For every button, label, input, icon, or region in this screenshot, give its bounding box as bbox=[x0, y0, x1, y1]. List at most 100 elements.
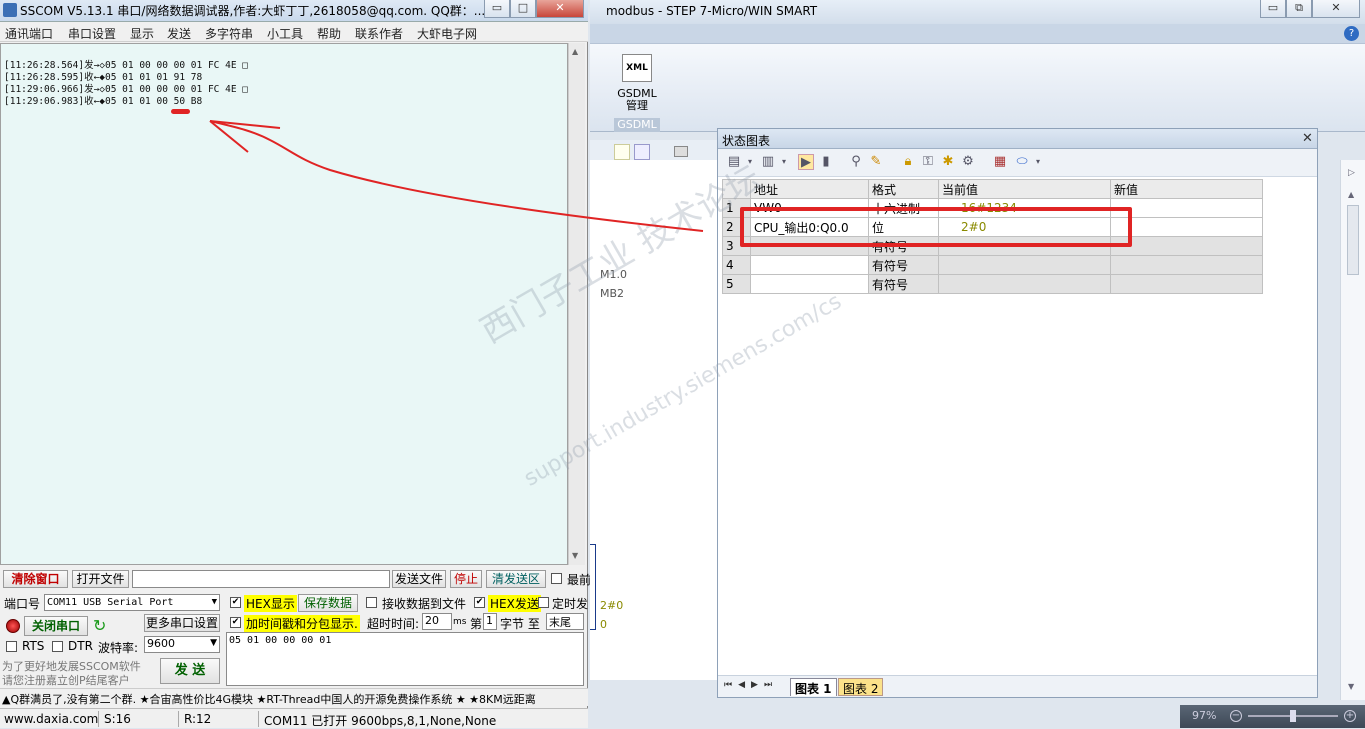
rts-checkbox[interactable] bbox=[6, 641, 17, 652]
delete-row-icon[interactable]: ▥ bbox=[760, 154, 776, 170]
unforce-icon[interactable]: ⚿ bbox=[920, 154, 936, 170]
byte-end-select[interactable]: 末尾 bbox=[546, 613, 584, 630]
send-file-button[interactable]: 发送文件 bbox=[392, 570, 446, 588]
timeout-input[interactable]: 20 bbox=[422, 613, 452, 630]
zoom-level: 97% bbox=[1192, 709, 1217, 722]
scroll-down-icon[interactable]: ▼ bbox=[572, 551, 578, 560]
network-icon[interactable] bbox=[614, 144, 630, 160]
clear-window-button[interactable]: 清除窗口 bbox=[3, 570, 68, 588]
unforce-all-icon[interactable]: ✱ bbox=[940, 154, 956, 170]
status-site[interactable]: www.daxia.com bbox=[4, 712, 98, 726]
table-row[interactable]: 4 有符号 bbox=[722, 255, 1263, 275]
column-header[interactable]: 格式 bbox=[868, 179, 939, 199]
chevron-down-icon: ▼ bbox=[210, 638, 217, 648]
read-forced-icon[interactable]: ⚙ bbox=[960, 154, 976, 170]
scroll-up-icon[interactable]: ▲ bbox=[1348, 190, 1354, 199]
right-scrollbar[interactable]: ▷ ▲ ▼ bbox=[1340, 160, 1365, 700]
gsdml-button[interactable]: XML GSDML 管理 bbox=[616, 50, 658, 120]
new-value-cell[interactable] bbox=[1110, 198, 1263, 218]
gsdml-label: GSDML 管理 bbox=[617, 87, 657, 112]
topmost-checkbox[interactable] bbox=[551, 573, 562, 584]
menu-tools[interactable]: 小工具 bbox=[267, 25, 303, 42]
menu-display[interactable]: 显示 bbox=[130, 25, 154, 42]
format-cell[interactable]: 有符号 bbox=[868, 274, 939, 294]
annotation-underline bbox=[171, 109, 190, 114]
chart-status-icon[interactable]: ▶ bbox=[798, 154, 814, 170]
tab-navigation-icon[interactable]: ⏮◀▶⏭ bbox=[724, 680, 778, 690]
address-cell[interactable] bbox=[750, 274, 869, 294]
refresh-icon[interactable]: ↻ bbox=[93, 616, 106, 635]
trend-view-icon[interactable]: ▦ bbox=[992, 154, 1008, 170]
scroll-thumb[interactable] bbox=[1347, 205, 1359, 275]
force-icon[interactable]: 🔒︎ bbox=[900, 154, 916, 170]
menu-multistring[interactable]: 多字符串 bbox=[205, 25, 253, 42]
toolbar-icon[interactable] bbox=[674, 146, 688, 157]
menu-help[interactable]: 帮助 bbox=[317, 25, 341, 42]
more-settings-button[interactable]: 更多串口设置 bbox=[144, 614, 220, 632]
chevron-down-icon[interactable]: ▾ bbox=[776, 154, 792, 170]
restore-button[interactable]: ⧉ bbox=[1286, 0, 1312, 18]
write-icon[interactable]: ✎ bbox=[868, 154, 884, 170]
port-select[interactable]: COM11 USB Serial Port ▼ bbox=[44, 594, 220, 611]
column-header[interactable]: 地址 bbox=[750, 179, 869, 199]
stop-button[interactable]: 停止 bbox=[450, 570, 482, 588]
editor-value: 0 bbox=[600, 618, 607, 631]
send-input[interactable]: 05 01 00 00 00 01 bbox=[226, 632, 584, 686]
menu-contact[interactable]: 联系作者 bbox=[355, 25, 403, 42]
format-icon[interactable]: ⬭ bbox=[1014, 154, 1030, 170]
chevron-down-icon: ▼ bbox=[211, 597, 217, 607]
table-row[interactable]: 5 有符号 bbox=[722, 274, 1263, 294]
zoom-slider-thumb[interactable] bbox=[1290, 710, 1296, 722]
column-header[interactable]: 新值 bbox=[1110, 179, 1263, 199]
read-icon[interactable]: ⚲ bbox=[848, 154, 864, 170]
zoom-in-icon[interactable]: + bbox=[1344, 710, 1356, 722]
pause-icon[interactable]: ▮ bbox=[818, 154, 834, 170]
save-data-button[interactable]: 保存数据 bbox=[298, 594, 358, 612]
file-path-input[interactable] bbox=[132, 570, 390, 588]
scroll-up-icon[interactable]: ▲ bbox=[572, 47, 578, 56]
menu-daxia[interactable]: 大虾电子网 bbox=[417, 25, 477, 42]
close-button[interactable]: ✕ bbox=[1312, 0, 1360, 18]
panel-title: 状态图表 bbox=[722, 134, 771, 148]
clear-send-button[interactable]: 清发送区 bbox=[486, 570, 546, 588]
baud-select[interactable]: 9600 ▼ bbox=[144, 636, 220, 653]
address-cell[interactable] bbox=[750, 255, 869, 275]
close-button[interactable]: ✕ bbox=[536, 0, 584, 18]
byte-start-input[interactable]: 1 bbox=[483, 613, 497, 630]
chevron-down-icon[interactable]: ▾ bbox=[1030, 154, 1046, 170]
maximize-button[interactable]: □ bbox=[510, 0, 536, 18]
menu-serial-settings[interactable]: 串口设置 bbox=[68, 25, 116, 42]
ticker-text[interactable]: ▲Q群满员了,没有第二个群. ★合宙高性价比4G模块 ★RT-Thread中国人… bbox=[2, 691, 536, 707]
help-icon[interactable]: ? bbox=[1344, 26, 1359, 41]
menu-send[interactable]: 发送 bbox=[167, 25, 191, 42]
hex-send-checkbox[interactable]: ✔ bbox=[474, 597, 485, 608]
network-icon[interactable] bbox=[634, 144, 650, 160]
panel-title-bar: 状态图表 ✕ bbox=[718, 129, 1317, 149]
zoom-out-icon[interactable]: − bbox=[1230, 710, 1242, 722]
new-value-cell[interactable] bbox=[1110, 236, 1263, 256]
tab-chart-1[interactable]: 图表 1 bbox=[790, 678, 837, 696]
timed-send-label: 定时发 bbox=[552, 597, 589, 611]
new-value-cell[interactable] bbox=[1110, 255, 1263, 275]
tab-chart-2[interactable]: 图表 2 bbox=[838, 678, 884, 696]
open-file-button[interactable]: 打开文件 bbox=[72, 570, 129, 588]
hex-display-checkbox[interactable]: ✔ bbox=[230, 597, 241, 608]
minimize-button[interactable]: ▭ bbox=[1260, 0, 1286, 18]
format-cell[interactable]: 有符号 bbox=[868, 255, 939, 275]
sscom-title: SSCOM V5.13.1 串口/网络数据调试器,作者:大虾丁丁,2618058… bbox=[20, 4, 486, 18]
chevron-right-icon[interactable]: ▷ bbox=[1348, 168, 1355, 178]
new-value-cell[interactable] bbox=[1110, 217, 1263, 237]
timed-send-checkbox[interactable] bbox=[538, 597, 549, 608]
close-icon[interactable]: ✕ bbox=[1302, 131, 1313, 146]
menu-port[interactable]: 通讯端口 bbox=[5, 25, 53, 42]
new-value-cell[interactable] bbox=[1110, 274, 1263, 294]
timestamp-checkbox[interactable]: ✔ bbox=[230, 617, 241, 628]
minimize-button[interactable]: ▭ bbox=[484, 0, 510, 18]
close-port-button[interactable]: 关闭串口 bbox=[24, 616, 88, 636]
send-button[interactable]: 发 送 bbox=[160, 658, 220, 684]
dtr-checkbox[interactable] bbox=[52, 641, 63, 652]
recv-to-file-checkbox[interactable] bbox=[366, 597, 377, 608]
column-header[interactable]: 当前值 bbox=[938, 179, 1111, 199]
byte-label-to: 字节 至 bbox=[500, 617, 540, 631]
scroll-down-icon[interactable]: ▼ bbox=[1348, 682, 1354, 691]
